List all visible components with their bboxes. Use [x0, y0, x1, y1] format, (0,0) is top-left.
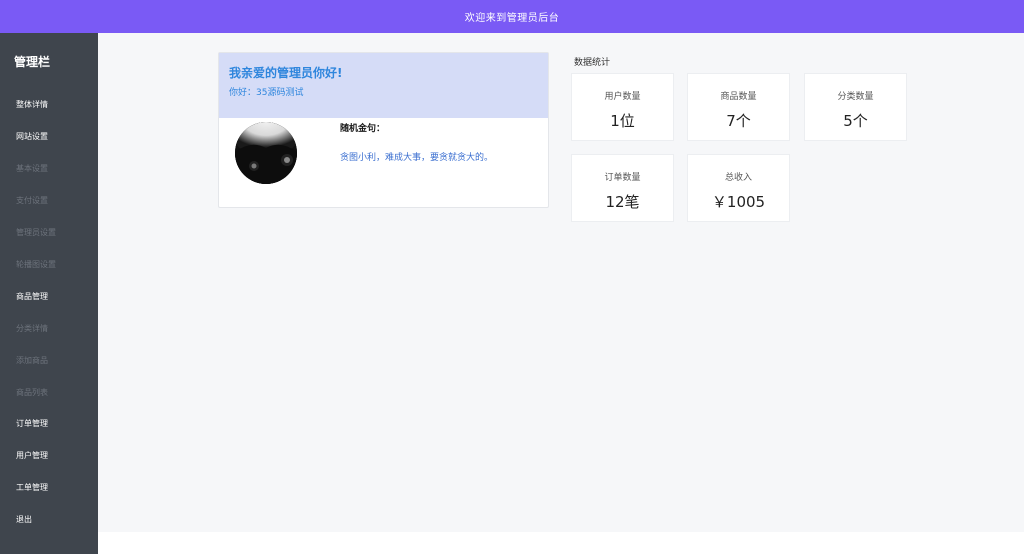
welcome-card: 我亲爱的管理员你好! 你好：35源码测试 随机金句： 贪图小利，难成大事，要贪就…	[218, 52, 549, 208]
sidebar-item-admin-settings[interactable]: 管理员设置	[16, 227, 56, 238]
stat-value: 7个	[726, 112, 751, 130]
sidebar-item-ticket-management[interactable]: 工单管理	[16, 482, 48, 493]
sidebar-brand: 管理栏	[14, 55, 51, 69]
sidebar-item-user-management[interactable]: 用户管理	[16, 450, 48, 461]
welcome-title: 我亲爱的管理员你好!	[229, 66, 343, 80]
stat-card-categories: 分类数量 5个	[804, 73, 907, 141]
sidebar-item-payment-settings[interactable]: 支付设置	[16, 195, 48, 206]
sidebar-item-logout[interactable]: 退出	[16, 514, 32, 525]
stat-label: 分类数量	[837, 92, 874, 102]
stat-label: 用户数量	[604, 92, 641, 102]
header-title: 欢迎来到管理员后台	[464, 13, 560, 24]
sidebar-item-overview[interactable]: 整体详情	[16, 99, 48, 110]
sidebar-item-product-management[interactable]: 商品管理	[16, 291, 48, 302]
sidebar-item-site-settings[interactable]: 网站设置	[16, 131, 48, 142]
stat-card-users: 用户数量 1位	[571, 73, 674, 141]
sidebar: 管理栏 整体详情 网站设置 基本设置 支付设置 管理员设置 轮播图设置 商品管理…	[0, 33, 98, 554]
avatar	[235, 122, 297, 184]
stats-title: 数据统计	[574, 58, 611, 68]
sidebar-item-order-management[interactable]: 订单管理	[16, 418, 48, 429]
main-content: 我亲爱的管理员你好! 你好：35源码测试 随机金句： 贪图小利，难成大事，要贪就…	[98, 33, 1024, 532]
stat-value: ￥1005	[711, 193, 766, 211]
avatar-cat-image	[235, 122, 297, 184]
stat-card-orders: 订单数量 12笔	[571, 154, 674, 222]
stat-value: 12笔	[605, 193, 640, 211]
sidebar-item-add-product[interactable]: 添加商品	[16, 355, 48, 366]
top-header-bar: 欢迎来到管理员后台	[0, 0, 1024, 33]
stat-label: 商品数量	[720, 92, 757, 102]
quote-text: 贪图小利，难成大事，要贪就贪大的。	[340, 153, 494, 163]
quote-label: 随机金句：	[340, 124, 386, 134]
welcome-subtitle: 你好：35源码测试	[229, 88, 304, 98]
sidebar-item-product-list[interactable]: 商品列表	[16, 387, 48, 398]
sidebar-item-category-details[interactable]: 分类详情	[16, 323, 48, 334]
welcome-card-header: 我亲爱的管理员你好! 你好：35源码测试	[219, 53, 548, 118]
footer-strip	[98, 532, 1024, 554]
sidebar-item-basic-settings[interactable]: 基本设置	[16, 163, 48, 174]
sidebar-item-carousel-settings[interactable]: 轮播图设置	[16, 259, 56, 270]
stat-value: 5个	[843, 112, 868, 130]
stat-label: 总收入	[724, 173, 752, 183]
stat-label: 订单数量	[604, 173, 641, 183]
stat-value: 1位	[610, 112, 635, 130]
stat-card-products: 商品数量 7个	[687, 73, 790, 141]
stat-card-revenue: 总收入 ￥1005	[687, 154, 790, 222]
